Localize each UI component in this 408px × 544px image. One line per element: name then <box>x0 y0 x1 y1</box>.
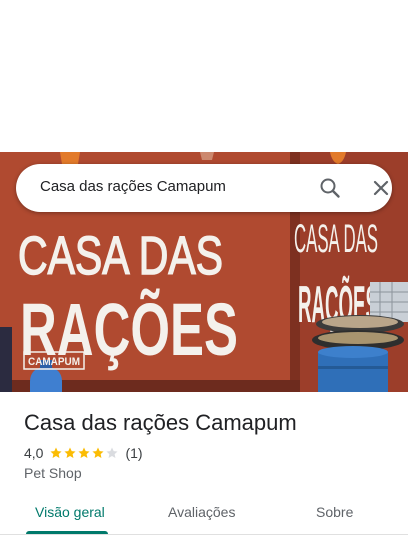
tab-about[interactable]: Sobre <box>316 504 353 520</box>
close-icon[interactable] <box>369 176 393 200</box>
side-text-line1: CASA DAS <box>294 217 378 261</box>
star-rating <box>49 446 119 460</box>
tab-overview[interactable]: Visão geral <box>35 504 105 520</box>
wall-text-line1: CASA DAS <box>18 226 223 286</box>
rating-value: 4,0 <box>24 445 44 461</box>
map-area-blank <box>0 0 408 152</box>
place-category[interactable]: Pet Shop <box>24 465 82 481</box>
rating-row[interactable]: 4,0 (1) <box>24 444 143 462</box>
review-count[interactable]: (1) <box>125 445 142 461</box>
place-title: Casa das rações Camapum <box>24 410 297 435</box>
tabs-divider <box>0 534 408 535</box>
star-filled-icon <box>64 447 77 458</box>
star-filled-icon <box>78 447 91 458</box>
search-input[interactable]: Casa das rações Camapum <box>40 178 226 195</box>
star-filled-icon <box>50 447 63 458</box>
wall-badge: CAMAPUM <box>28 356 80 368</box>
tab-reviews[interactable]: Avaliações <box>168 504 235 520</box>
search-bar[interactable]: Casa das rações Camapum <box>16 164 392 212</box>
star-filled-icon <box>92 447 105 458</box>
star-empty-icon <box>106 447 119 458</box>
search-icon[interactable] <box>318 176 342 200</box>
place-tabs: Visão geral Avaliações Sobre <box>0 496 408 536</box>
